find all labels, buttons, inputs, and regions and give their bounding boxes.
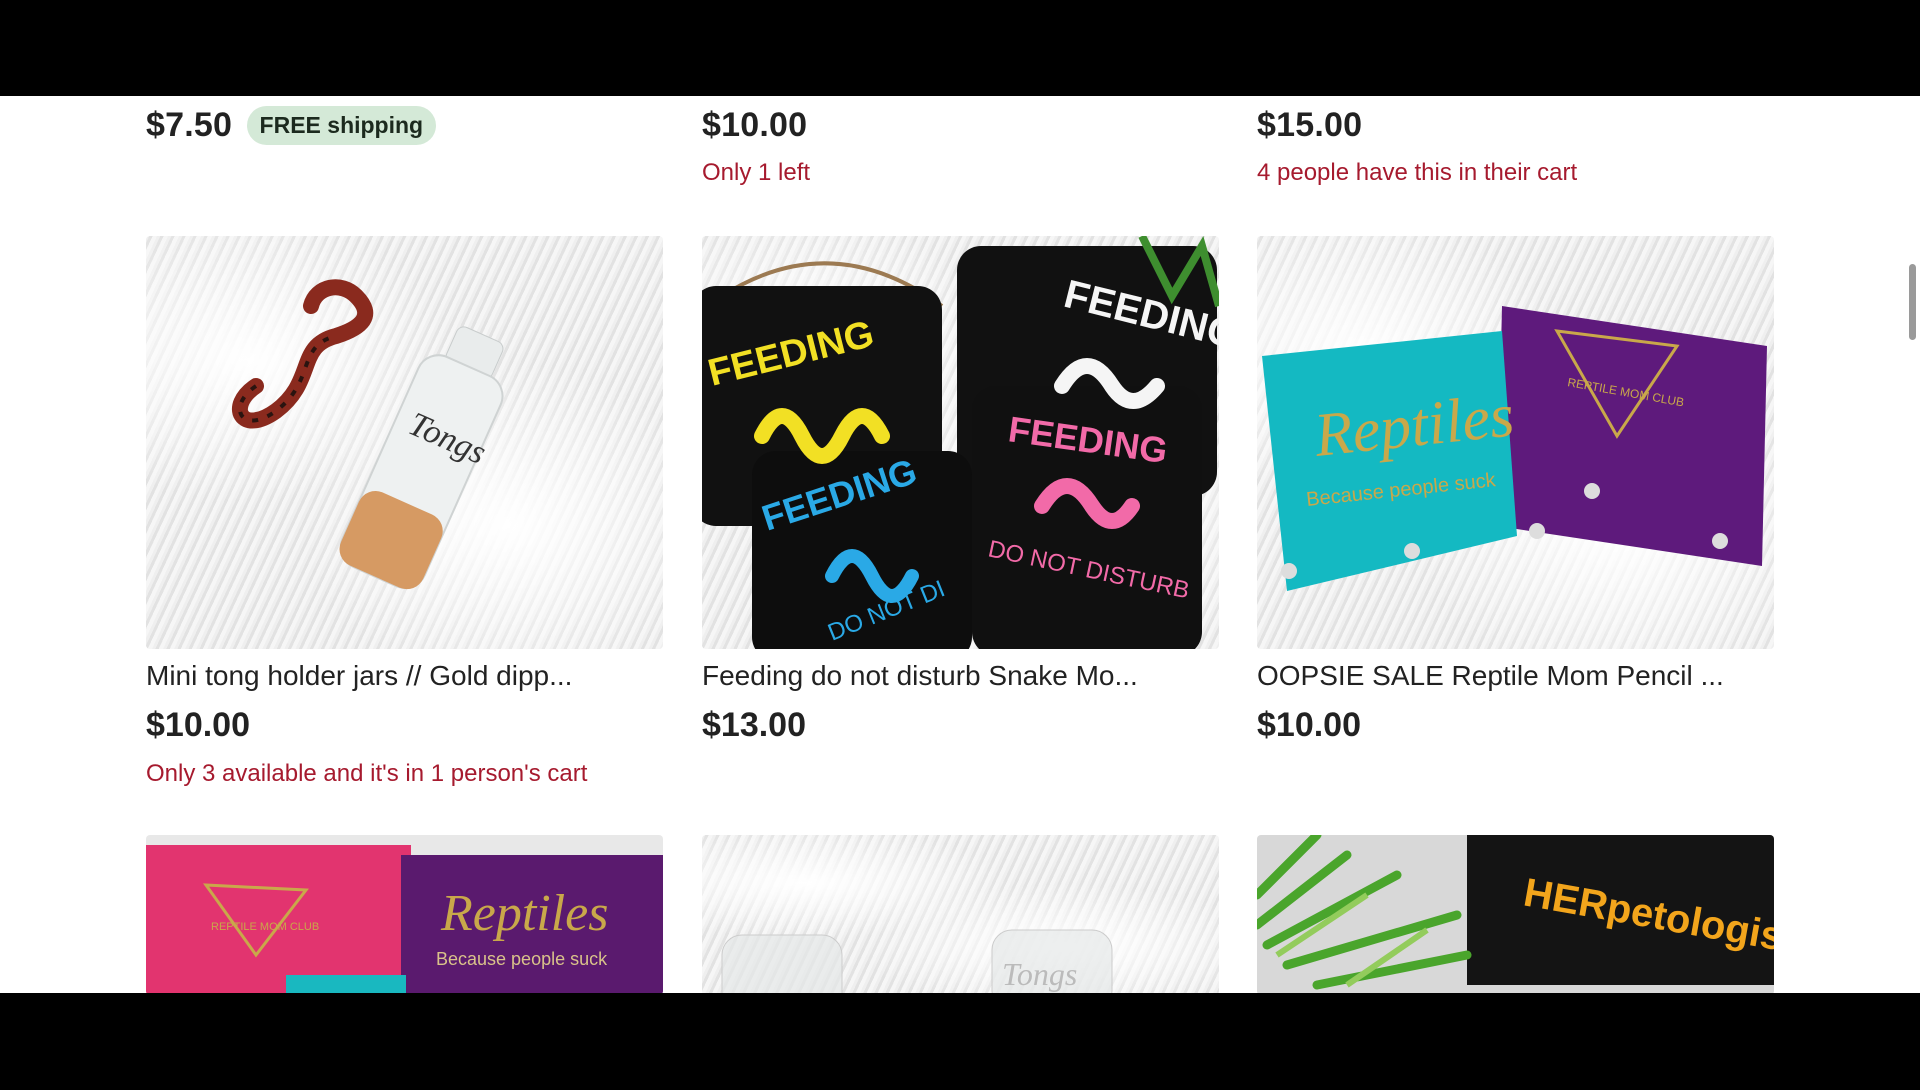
listing-image-herpetologist-sign[interactable]: HERpetologist	[1257, 835, 1774, 993]
listing-price: $10.00	[702, 106, 808, 144]
listing-card-prev-3[interactable]: $15.00 4 people have this in their cart	[1257, 106, 1774, 187]
pouch-club-text: REPTILE MOM CLUB	[211, 921, 319, 933]
listing-price: $10.00	[146, 706, 250, 744]
video-letterbox-bottom	[0, 993, 1920, 1090]
free-shipping-badge: FREE shipping	[246, 106, 437, 145]
listing-title[interactable]: Feeding do not disturb Snake Mo...	[702, 660, 1219, 692]
reptile-pouches-illustration: REPTILE MOM CLUB Reptiles Because people…	[146, 845, 663, 993]
listing-title[interactable]: OOPSIE SALE Reptile Mom Pencil ...	[1257, 660, 1774, 692]
herpetologist-sign-illustration: HERpetologist	[1257, 835, 1774, 990]
stock-note: Only 1 left	[702, 159, 811, 186]
listing-image-feeding-signs[interactable]: FEEDING FEEDING FEEDING FEEDING DO NOT D…	[702, 236, 1219, 649]
listing-card-prev-1[interactable]: $7.50 FREE shipping	[146, 106, 663, 145]
listing-image-pencil-pouch[interactable]: REPTILE MOM CLUB Reptiles Because people…	[1257, 236, 1774, 649]
listing-image-tong-jars-2[interactable]: Tongs	[702, 835, 1219, 993]
listing-price: $13.00	[702, 706, 806, 744]
listing-card-prev-2[interactable]: $10.00 Only 1 left	[702, 106, 1219, 187]
listing-price: $7.50	[146, 106, 233, 144]
pouch-tagline-text: Because people suck	[436, 949, 608, 969]
page-scrollbar-thumb[interactable]	[1909, 264, 1916, 340]
listing-price: $10.00	[1257, 706, 1361, 744]
pencil-pouch-illustration: REPTILE MOM CLUB Reptiles Because people…	[1262, 306, 1767, 591]
tong-jars-illustration: Tongs	[721, 929, 1113, 993]
cart-note: 4 people have this in their cart	[1257, 159, 1578, 186]
listing-image-tong-jar[interactable]: Tongs	[146, 236, 663, 649]
stock-note: Only 3 available and it's in 1 person's …	[146, 760, 588, 787]
video-letterbox-top	[0, 0, 1920, 96]
listing-title[interactable]: Mini tong holder jars // Gold dipp...	[146, 660, 663, 692]
listing-grid-viewport: $7.50 FREE shipping $10.00 Only 1 left $…	[0, 96, 1920, 993]
listing-image-reptile-pouches[interactable]: REPTILE MOM CLUB Reptiles Because people…	[146, 835, 663, 993]
feeding-signs-illustration: FEEDING FEEDING FEEDING FEEDING DO NOT D…	[702, 236, 1219, 649]
pouch-reptiles-text: Reptiles	[440, 885, 609, 942]
jar-label-text: Tongs	[1002, 956, 1077, 992]
listing-price: $15.00	[1257, 106, 1363, 144]
tong-jar-illustration: Tongs	[232, 279, 504, 590]
